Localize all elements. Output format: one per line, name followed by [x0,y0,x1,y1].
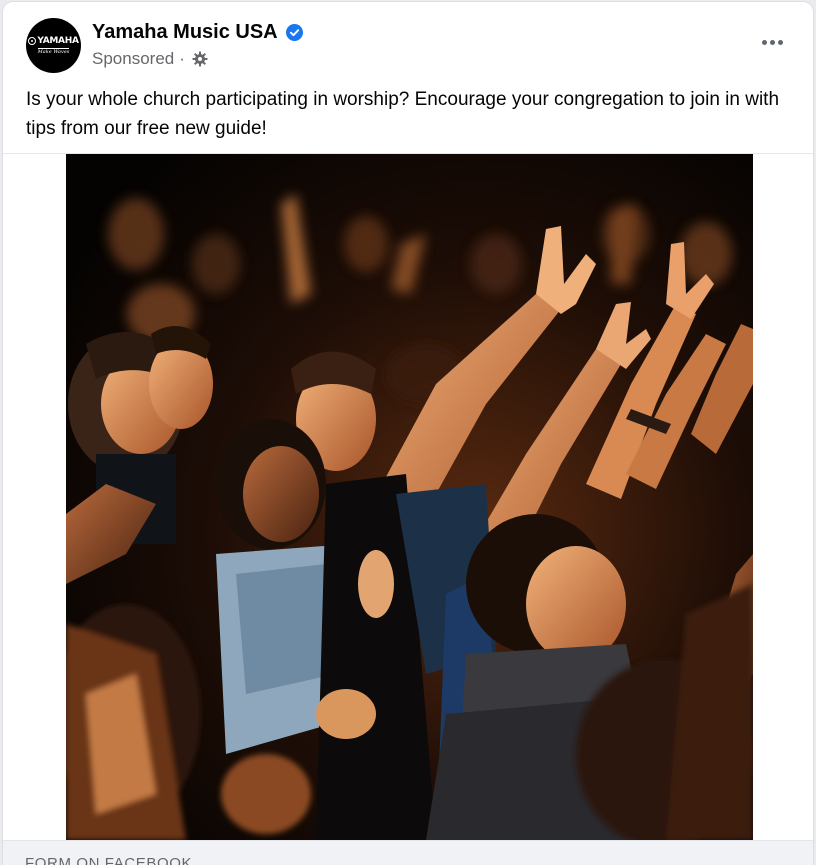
yamaha-logo: YAMAHA [28,36,79,46]
page-avatar[interactable]: YAMAHA Make Waves [26,18,81,73]
yamaha-tuning-fork-icon [28,37,37,45]
worship-crowd-illustration [66,154,753,840]
more-dot [769,39,775,45]
post-text: Is your whole church participating in wo… [26,89,780,139]
page-name-link[interactable]: Yamaha Music USA [92,21,278,44]
sponsored-post-card: YAMAHA Make Waves Yamaha Music USA Spons… [3,2,813,865]
more-dot [777,39,783,45]
more-dot [761,39,767,45]
more-options-icon[interactable] [757,31,787,53]
form-on-facebook-label: FORM ON FACEBOOK [25,855,193,865]
gear-icon[interactable] [192,51,208,67]
sponsored-label[interactable]: Sponsored [92,49,174,69]
page-name-row: Yamaha Music USA [92,21,303,44]
avatar-brand-text: YAMAHA [37,36,79,46]
meta-separator: · [179,49,185,68]
post-meta: Sponsored · [92,49,208,69]
verified-badge-icon [285,24,303,41]
avatar-tagline: Make Waves [37,48,70,55]
form-footer-bar[interactable]: FORM ON FACEBOOK [3,840,813,865]
ad-image-worship-crowd[interactable] [66,154,753,840]
